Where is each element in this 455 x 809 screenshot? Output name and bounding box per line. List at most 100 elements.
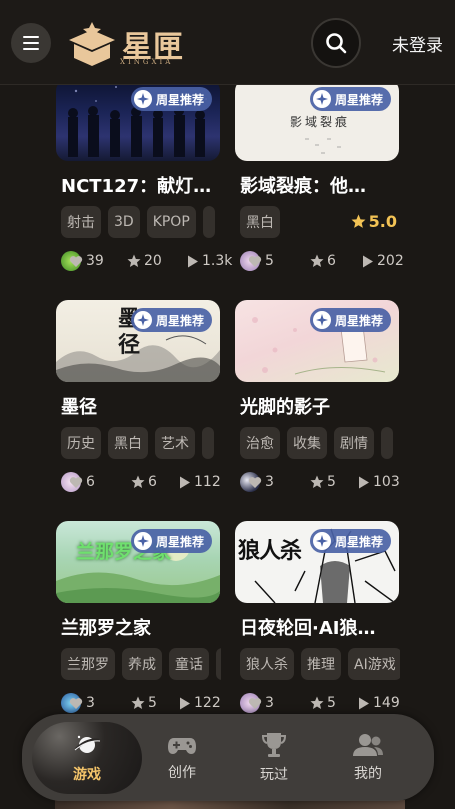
gamepad-icon xyxy=(168,738,196,754)
likes-count: 3 xyxy=(86,695,95,711)
play-icon xyxy=(359,697,369,709)
card-stats: 6 6 112 xyxy=(61,472,225,492)
tag[interactable] xyxy=(216,648,221,680)
logo-subtitle: XINGXIA xyxy=(120,58,174,66)
nav-label: 游戏 xyxy=(73,767,101,783)
tag[interactable] xyxy=(202,206,215,238)
heart-icon xyxy=(248,255,262,267)
nav-tab-mine[interactable]: 我的 xyxy=(318,722,418,794)
weekly-pick-badge: 周星推荐 xyxy=(309,308,391,332)
badge-label: 周星推荐 xyxy=(155,92,204,107)
tag[interactable]: 历史 xyxy=(61,427,101,459)
login-status[interactable]: 未登录 xyxy=(392,31,443,56)
badge-label: 周星推荐 xyxy=(155,534,204,549)
tag[interactable]: AI游戏 xyxy=(348,648,400,680)
weekly-pick-badge: 周星推荐 xyxy=(309,87,391,111)
tag[interactable] xyxy=(202,427,214,459)
game-title: 墨径 xyxy=(61,397,97,418)
plays-count: 122 xyxy=(194,695,221,711)
star-icon xyxy=(351,214,366,228)
star-icon xyxy=(127,254,141,267)
badge-label: 周星推荐 xyxy=(334,313,383,328)
badge-label: 周星推荐 xyxy=(334,92,383,107)
game-card[interactable]: 墨径 周星推荐 墨径 历史 黑白 艺术 6 6 112 xyxy=(56,300,221,492)
card-stats: 39 20 1.3k xyxy=(61,251,232,271)
tag[interactable]: 3D xyxy=(108,206,140,238)
game-card[interactable]: 周星推荐 光脚的影子 治愈 收集 剧情 3 5 103 xyxy=(235,300,400,492)
game-card[interactable]: 影域裂痕 周星推荐 影域裂痕：他… 黑白 5.0 5 6 202 xyxy=(235,79,404,271)
game-title: 影域裂痕：他… xyxy=(240,176,366,197)
plays-count: 112 xyxy=(194,474,221,490)
tag[interactable]: 兰那罗 xyxy=(61,648,115,680)
game-thumbnail: 周星推荐 xyxy=(235,300,399,382)
next-row-peek xyxy=(55,800,405,809)
star-icon xyxy=(131,696,145,709)
stars-count: 5 xyxy=(327,695,336,711)
game-thumbnail: 墨径 周星推荐 xyxy=(56,300,220,382)
sparkle-icon xyxy=(312,532,331,550)
nav-tab-played[interactable]: 玩过 xyxy=(224,722,324,794)
nav-tab-create[interactable]: 创作 xyxy=(132,722,232,794)
card-stats: 5 6 202 xyxy=(240,251,404,271)
tag[interactable]: 治愈 xyxy=(240,427,280,459)
badge-label: 周星推荐 xyxy=(334,534,383,549)
play-icon xyxy=(363,255,373,267)
tag[interactable]: 黑白 xyxy=(240,206,280,238)
plays-count: 149 xyxy=(373,695,400,711)
weekly-pick-badge: 周星推荐 xyxy=(130,529,212,553)
game-title: 光脚的影子 xyxy=(240,397,330,418)
heart-icon xyxy=(248,476,262,488)
tag[interactable]: 收集 xyxy=(287,427,327,459)
star-icon xyxy=(131,475,145,488)
search-icon xyxy=(326,33,347,54)
search-button[interactable] xyxy=(311,18,361,68)
tag[interactable]: 艺术 xyxy=(155,427,195,459)
plays-count: 1.3k xyxy=(202,253,233,269)
likes-count: 6 xyxy=(86,474,95,490)
stars-count: 5 xyxy=(327,474,336,490)
star-icon xyxy=(310,254,324,267)
sparkle-icon xyxy=(133,90,152,108)
game-title: 兰那罗之家 xyxy=(61,618,151,639)
weekly-pick-badge: 周星推荐 xyxy=(130,308,212,332)
play-icon xyxy=(188,255,198,267)
tag[interactable]: KPOP xyxy=(146,206,196,238)
tag[interactable] xyxy=(381,427,393,459)
game-card[interactable]: 兰那罗之家 周星推荐 兰那罗之家 兰那罗 养成 童话 3 5 122 xyxy=(56,521,221,713)
tag[interactable]: 养成 xyxy=(122,648,162,680)
rating: 5.0 xyxy=(351,212,397,231)
game-card[interactable]: 周星推荐 NCT127：献灯… 射击 3D KPOP 39 20 1.3k xyxy=(56,79,232,271)
tag[interactable]: 黑白 xyxy=(108,427,148,459)
stars-count: 6 xyxy=(148,474,157,490)
tag[interactable]: 推理 xyxy=(301,648,341,680)
nav-tab-games[interactable]: 游戏 xyxy=(32,722,142,794)
card-stats: 3 5 149 xyxy=(240,693,404,713)
game-thumbnail: 兰那罗之家 周星推荐 xyxy=(56,521,220,603)
game-card[interactable]: 狼人杀 周星推荐 日夜轮回·AI狼… 狼人杀 推理 AI游戏 3 5 149 xyxy=(235,521,400,713)
nav-label: 我的 xyxy=(354,766,382,782)
tag[interactable]: 射击 xyxy=(61,206,101,238)
play-icon xyxy=(180,476,190,488)
plays-count: 103 xyxy=(373,474,400,490)
tag[interactable]: 童话 xyxy=(169,648,209,680)
stars-count: 20 xyxy=(144,253,162,269)
heart-icon xyxy=(69,697,83,709)
card-stats: 3 5 103 xyxy=(240,472,404,492)
menu-button[interactable] xyxy=(11,23,51,63)
user-group-icon xyxy=(353,734,383,756)
star-icon xyxy=(310,696,324,709)
stars-count: 5 xyxy=(148,695,157,711)
likes-count: 3 xyxy=(265,474,274,490)
tag-list: 狼人杀 推理 AI游戏 xyxy=(240,648,400,680)
tag[interactable]: 狼人杀 xyxy=(240,648,294,680)
tag[interactable]: 剧情 xyxy=(334,427,374,459)
trophy-icon xyxy=(262,733,286,757)
bottom-navigation: 游戏 创作 玩过 我的 xyxy=(22,714,434,801)
game-thumbnail: 影域裂痕 周星推荐 xyxy=(235,79,399,161)
badge-label: 周星推荐 xyxy=(155,313,204,328)
tag-list: 历史 黑白 艺术 xyxy=(61,427,221,459)
sparkle-icon xyxy=(133,532,152,550)
heart-icon xyxy=(248,697,262,709)
likes-count: 5 xyxy=(265,253,274,269)
sparkle-icon xyxy=(312,311,331,329)
